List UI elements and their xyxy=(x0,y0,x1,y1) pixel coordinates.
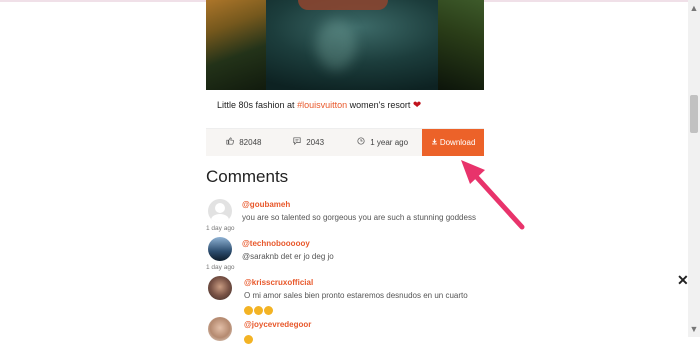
scroll-down-icon[interactable]: ▼ xyxy=(688,323,700,335)
likes-count: 82048 xyxy=(239,138,262,147)
comment-time: 1 day ago xyxy=(206,264,235,271)
comment-text: O mi amor sales bien pronto estaremos de… xyxy=(244,291,468,300)
post-photo[interactable] xyxy=(206,0,484,90)
comments-heading: Comments xyxy=(206,167,289,186)
scrollbar-thumb[interactable] xyxy=(690,95,698,133)
comment-text: you are so talented so gorgeous you are … xyxy=(242,213,476,222)
download-icon xyxy=(431,138,440,147)
grin-emoji xyxy=(244,306,253,316)
avatar[interactable] xyxy=(208,317,232,341)
comments-count: 2043 xyxy=(306,138,325,147)
avatar[interactable] xyxy=(208,199,232,223)
avatar[interactable] xyxy=(208,237,232,261)
comment-time: 1 day ago xyxy=(206,225,235,232)
vertical-scrollbar[interactable]: ▲ ▼ xyxy=(688,0,700,337)
post-time: 1 year ago xyxy=(370,138,409,147)
scroll-up-icon[interactable]: ▲ xyxy=(688,2,700,14)
emoji-row xyxy=(244,331,254,349)
comment-icon xyxy=(293,137,303,147)
post-card: Little 80s fashion at #louisvuitton wome… xyxy=(206,0,484,156)
comment-username[interactable]: @joycevredegoor xyxy=(244,320,311,329)
post-caption: Little 80s fashion at #louisvuitton wome… xyxy=(217,100,421,111)
comment-text: @saraknb det er jo deg jo xyxy=(242,252,334,261)
comments-stat[interactable]: 2043 xyxy=(293,129,324,156)
post-stats-bar: 82048 2043 1 year ago Download xyxy=(206,128,484,156)
comment-username[interactable]: @technoboooooy xyxy=(242,239,310,248)
photo-hair xyxy=(298,0,388,10)
comment-username[interactable]: @goubameh xyxy=(242,200,290,209)
download-label: Download xyxy=(439,138,476,147)
thumbs-up-icon xyxy=(226,137,236,147)
comment-username[interactable]: @krisscruxofficial xyxy=(244,278,313,287)
download-button[interactable]: Download xyxy=(422,129,484,156)
clock-icon xyxy=(357,137,367,147)
emoji-row xyxy=(244,302,274,320)
avatar[interactable] xyxy=(208,276,232,300)
grin-emoji xyxy=(254,306,263,316)
caption-text-suffix: women's resort xyxy=(347,100,413,110)
grin-emoji xyxy=(264,306,273,316)
photo-foliage-right xyxy=(438,0,484,90)
likes-stat[interactable]: 82048 xyxy=(226,129,261,156)
caption-hashtag-link[interactable]: #louisvuitton xyxy=(297,100,347,110)
caption-text-prefix: Little 80s fashion at xyxy=(217,100,298,110)
time-stat: 1 year ago xyxy=(357,129,408,156)
photo-foliage-left xyxy=(206,0,266,90)
close-icon[interactable]: ✕ xyxy=(677,272,689,289)
photo-satin-sheen xyxy=(316,20,356,70)
heart-emoji: ❤ xyxy=(412,100,422,111)
